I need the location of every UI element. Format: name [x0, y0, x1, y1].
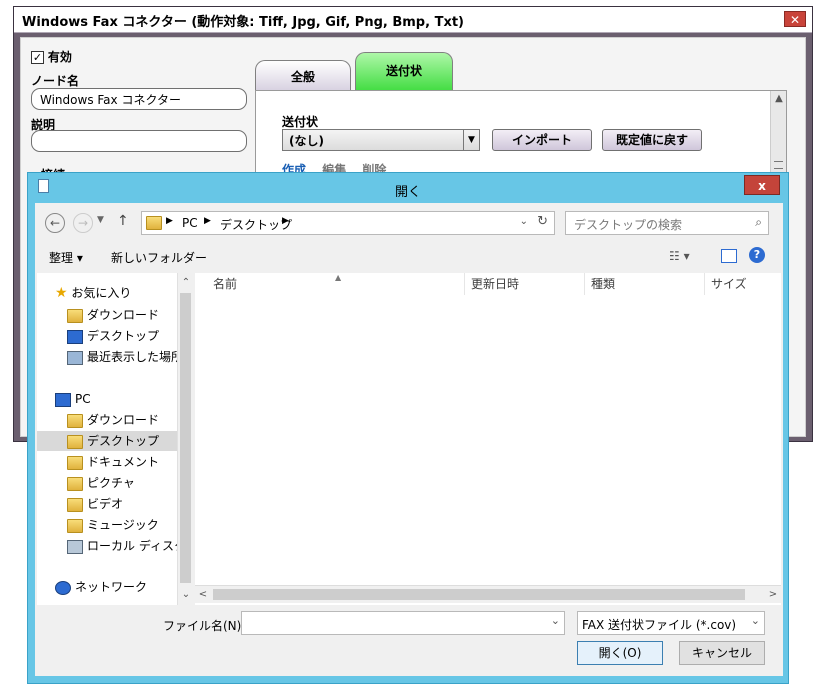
tab-general[interactable]: 全般 [255, 60, 351, 92]
column-modified[interactable]: 更新日時 [465, 273, 585, 295]
description-input[interactable] [31, 130, 247, 152]
sort-ascending-icon: ▲ [335, 273, 342, 282]
enabled-label: 有効 [47, 50, 72, 64]
documents-folder-icon [67, 455, 83, 470]
desktop-folder-icon [67, 434, 83, 449]
nav-favorites-desktop[interactable]: デスクトップ [67, 326, 159, 346]
navigation-scrollbar[interactable]: ⌃ ⌄ [177, 273, 193, 605]
column-type[interactable]: 種類 [585, 273, 705, 295]
cover-page-select[interactable]: (なし) ▼ [282, 129, 480, 151]
pc-icon [55, 392, 71, 407]
downloads-folder-icon [67, 308, 83, 323]
file-list: 名前 ▲ 更新日時 種類 サイズ < > [195, 273, 781, 605]
filetype-select[interactable]: FAX 送付状ファイル (*.cov) ⌄ [577, 611, 765, 635]
cover-page-label: 送付状 [282, 115, 319, 129]
breadcrumb-pc[interactable]: PC [182, 216, 198, 230]
refresh-icon[interactable]: ↻ [537, 214, 548, 229]
help-icon[interactable]: ? [749, 247, 765, 263]
scroll-grip-icon [774, 161, 783, 169]
cover-page-value: (なし) [289, 134, 324, 148]
back-arrow-icon[interactable]: ← [45, 213, 65, 233]
horizontal-scrollbar[interactable]: < > [195, 585, 781, 603]
import-button[interactable]: インポート [492, 129, 592, 151]
scroll-up-icon[interactable]: ⌃ [178, 275, 194, 291]
filename-input[interactable]: ⌄ [241, 611, 565, 635]
filename-label: ファイル名(N): [163, 619, 246, 633]
up-arrow-icon[interactable]: ↑ [117, 213, 129, 229]
scroll-left-icon[interactable]: < [195, 587, 211, 603]
nav-pc[interactable]: PC [55, 389, 91, 409]
scroll-thumb[interactable] [180, 293, 191, 583]
address-folder-icon [146, 216, 162, 230]
address-bar[interactable]: ▶ PC ▶ デスクトップ ▶ ⌄ ↻ [141, 211, 555, 235]
dialog-titlebar: 開く x [28, 173, 788, 203]
scroll-down-icon[interactable]: ⌄ [178, 587, 194, 603]
nav-pc-music[interactable]: ミュージック [67, 515, 159, 535]
column-size[interactable]: サイズ [705, 273, 781, 295]
chevron-down-icon[interactable]: ⌄ [751, 614, 760, 627]
horizontal-scroll-thumb[interactable] [213, 589, 745, 600]
recent-locations-chevron-icon[interactable]: ▼ [97, 215, 104, 225]
drive-icon [67, 539, 83, 554]
nav-pc-downloads[interactable]: ダウンロード [67, 410, 159, 430]
nav-pc-videos[interactable]: ビデオ [67, 494, 123, 514]
enabled-checkbox[interactable]: ✓ [31, 51, 44, 64]
scroll-right-icon[interactable]: > [765, 587, 781, 603]
forward-arrow-icon[interactable]: → [73, 213, 93, 233]
chevron-down-icon[interactable]: ▼ [463, 130, 479, 150]
breadcrumb-separator-icon: ▶ [166, 216, 173, 226]
star-icon: ★ [55, 285, 68, 301]
reset-default-button[interactable]: 既定値に戻す [602, 129, 702, 151]
search-input[interactable]: デスクトップの検索 ⌕ [565, 211, 769, 235]
search-icon[interactable]: ⌕ [755, 215, 762, 230]
dialog-title: 開く [394, 185, 421, 200]
nav-favorites-downloads[interactable]: ダウンロード [67, 305, 159, 325]
pictures-folder-icon [67, 476, 83, 491]
view-options-icon[interactable]: ☷ ▾ [669, 249, 690, 263]
tab-cover-page[interactable]: 送付状 [355, 52, 453, 92]
downloads-folder-icon [67, 413, 83, 428]
open-button[interactable]: 開く(O) [577, 641, 663, 665]
nav-pc-documents[interactable]: ドキュメント [67, 452, 159, 472]
window-close-button[interactable]: ✕ [784, 11, 806, 27]
enabled-checkbox-row[interactable]: ✓ 有効 [31, 48, 72, 65]
organize-button[interactable]: 整理 ▾ [49, 249, 83, 266]
node-name-input[interactable]: Windows Fax コネクター [31, 88, 247, 110]
window-title: Windows Fax コネクター (動作対象: Tiff, Jpg, Gif,… [22, 15, 464, 30]
dialog-close-button[interactable]: x [744, 175, 780, 195]
scroll-up-icon[interactable]: ▲ [771, 91, 787, 107]
nav-favorites-recent[interactable]: 最近表示した場所 [67, 347, 183, 367]
open-file-dialog: 開く x ← → ▼ ↑ ▶ PC ▶ デスクトップ ▶ ⌄ ↻ デスクトップの… [27, 172, 789, 684]
chevron-down-icon[interactable]: ⌄ [551, 614, 560, 627]
navigation-pane: ★ お気に入り ダウンロード デスクトップ 最近表示した場所 PC ダウンロード… [37, 273, 191, 605]
music-folder-icon [67, 518, 83, 533]
node-name-label: ノード名 [31, 74, 80, 88]
nav-pc-local-disk[interactable]: ローカル ディスク (C [67, 536, 191, 556]
cancel-button[interactable]: キャンセル [679, 641, 765, 665]
nav-network[interactable]: ネットワーク [55, 577, 147, 597]
desktop-icon [67, 329, 83, 344]
address-dropdown-icon[interactable]: ⌄ [520, 216, 528, 227]
videos-folder-icon [67, 497, 83, 512]
breadcrumb-separator-icon: ▶ [282, 216, 289, 226]
preview-pane-icon[interactable] [721, 249, 737, 263]
breadcrumb-separator-icon: ▶ [204, 216, 211, 226]
nav-pc-pictures[interactable]: ピクチャ [67, 473, 135, 493]
nav-pc-desktop[interactable]: デスクトップ [37, 431, 191, 451]
window-titlebar: Windows Fax コネクター (動作対象: Tiff, Jpg, Gif,… [14, 7, 812, 33]
dialog-body: ← → ▼ ↑ ▶ PC ▶ デスクトップ ▶ ⌄ ↻ デスクトップの検索 ⌕ … [35, 203, 783, 676]
search-placeholder: デスクトップの検索 [574, 218, 683, 232]
nav-favorites[interactable]: ★ お気に入り [55, 283, 131, 303]
new-folder-button[interactable]: 新しいフォルダー [111, 249, 207, 266]
recent-places-icon [67, 350, 83, 365]
column-name[interactable]: 名前 [195, 273, 465, 295]
network-icon [55, 580, 71, 595]
